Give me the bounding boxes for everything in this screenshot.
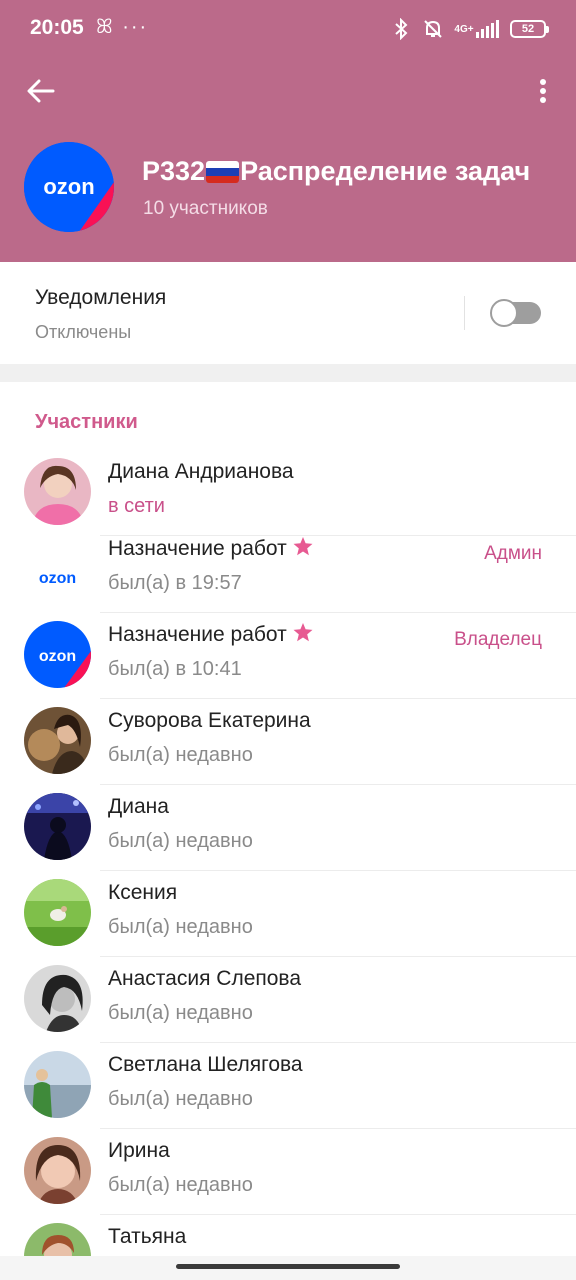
member-row[interactable]: Суворова Екатерина был(а) недавно <box>0 699 576 785</box>
avatar <box>24 1137 91 1204</box>
member-row[interactable]: ozon Назначение работ был(а) в 19:57 Адм… <box>0 527 576 613</box>
star-icon <box>293 623 313 642</box>
section-separator <box>0 364 576 382</box>
home-gesture-handle[interactable] <box>176 1264 400 1269</box>
mute-bell-icon <box>422 18 444 40</box>
notifications-state: Отключены <box>35 322 132 342</box>
bluetooth-icon <box>390 18 412 40</box>
member-name: Анастасия Слепова <box>108 967 302 990</box>
avatar: ozon <box>24 535 91 602</box>
arrow-left-icon <box>27 79 55 103</box>
avatar <box>24 879 91 946</box>
notification-icons: ꕤ ··· <box>96 16 149 38</box>
avatar <box>24 965 91 1032</box>
divider <box>464 296 465 330</box>
group-avatar[interactable]: ozon <box>24 142 114 232</box>
notifications-title: Уведомления <box>35 286 167 309</box>
member-name: Диана <box>108 795 169 818</box>
member-status: был(а) недавно <box>108 1174 253 1196</box>
toggle-knob <box>490 299 518 327</box>
more-vertical-icon <box>540 79 546 103</box>
member-row[interactable]: Ирина был(а) недавно <box>0 1129 576 1215</box>
member-row[interactable]: Диана был(а) недавно <box>0 785 576 871</box>
star-icon <box>293 537 313 556</box>
member-role-badge: Владелец <box>454 629 542 650</box>
svg-text:ozon: ozon <box>43 174 94 199</box>
avatar: ozon <box>24 621 91 688</box>
member-name: Светлана Шелягова <box>108 1053 303 1076</box>
status-right-icons: 4G+ 52 <box>390 16 549 42</box>
members-count: 10 участников <box>143 198 268 219</box>
ozon-logo: ozon <box>24 142 114 232</box>
member-row[interactable]: ozon Назначение работ был(а) в 10:41 Вла… <box>0 613 576 699</box>
member-status: был(а) недавно <box>108 830 253 852</box>
status-time: 20:05 <box>30 16 84 39</box>
member-status: был(а) в 19:57 <box>108 572 242 594</box>
group-title: Р332 Распределение задач <box>142 156 531 186</box>
member-name: Назначение работ <box>108 537 313 561</box>
member-name: Ирина <box>108 1139 170 1162</box>
status-bar: 20:05 ꕤ ··· 4G+ 52 <box>0 0 576 60</box>
russia-flag-icon <box>206 161 240 183</box>
member-row[interactable]: Диана Андрианова в сети <box>0 450 576 536</box>
member-status: был(а) недавно <box>108 744 253 766</box>
member-name: Ксения <box>108 881 178 904</box>
member-status: был(а) недавно <box>108 1002 253 1024</box>
more-menu-button[interactable] <box>528 72 558 110</box>
back-button[interactable] <box>22 72 60 110</box>
member-name: Назначение работ <box>108 623 313 647</box>
member-status: был(а) в 10:41 <box>108 658 242 680</box>
avatar <box>24 793 91 860</box>
member-name: Диана Андрианова <box>108 460 294 483</box>
avatar <box>24 707 91 774</box>
member-row[interactable]: Светлана Шелягова был(а) недавно <box>0 1043 576 1129</box>
member-name: Суворова Екатерина <box>108 709 311 732</box>
avatar <box>24 458 91 525</box>
svg-text:ozon: ozon <box>39 570 76 587</box>
member-status: был(а) недавно <box>108 1088 253 1110</box>
battery-icon: 52 <box>510 20 549 38</box>
svg-text:ozon: ozon <box>39 648 76 665</box>
signal-icon: 4G+ <box>454 18 500 40</box>
members-section-title: Участники <box>35 411 138 433</box>
member-row[interactable]: Анастасия Слепова был(а) недавно <box>0 957 576 1043</box>
member-name: Татьяна <box>108 1225 187 1248</box>
avatar <box>24 1051 91 1118</box>
member-status: был(а) недавно <box>108 916 253 938</box>
chat-header: 20:05 ꕤ ··· 4G+ 52 ozon Р332 Распределен… <box>0 0 576 262</box>
member-row[interactable]: Ксения был(а) недавно <box>0 871 576 957</box>
member-status: в сети <box>108 495 165 517</box>
member-role-badge: Админ <box>484 543 542 564</box>
